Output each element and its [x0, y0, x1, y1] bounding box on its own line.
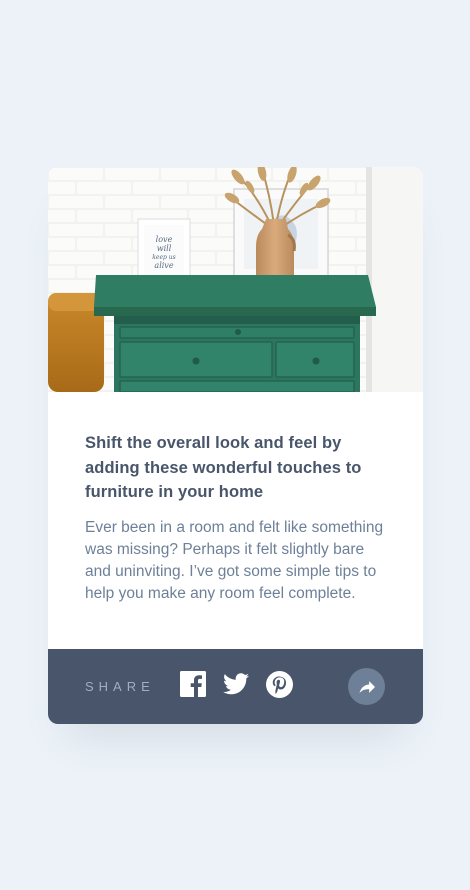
art-line-1: love — [156, 235, 173, 244]
share-button[interactable] — [348, 668, 385, 705]
share-label: SHARE — [85, 679, 155, 694]
share-bar: SHARE — [48, 649, 423, 724]
article-card: love will keep us alive Shift the overal… — [48, 167, 423, 724]
article-hero-image: love will keep us alive — [48, 167, 423, 392]
article-title: Shift the overall look and feel by addin… — [85, 434, 362, 501]
article-excerpt: Ever been in a room and felt like someth… — [85, 518, 384, 602]
twitter-icon[interactable] — [223, 673, 249, 695]
art-line-2: will — [157, 244, 172, 253]
facebook-icon[interactable] — [180, 671, 206, 697]
share-arrow-icon — [358, 680, 375, 693]
drawers-photo: love will keep us alive — [48, 167, 423, 392]
art-line-3: keep us — [152, 254, 175, 261]
article-body: Shift the overall look and feel by addin… — [85, 431, 390, 605]
pinterest-icon[interactable] — [266, 671, 293, 698]
art-line-4: alive — [154, 261, 173, 270]
